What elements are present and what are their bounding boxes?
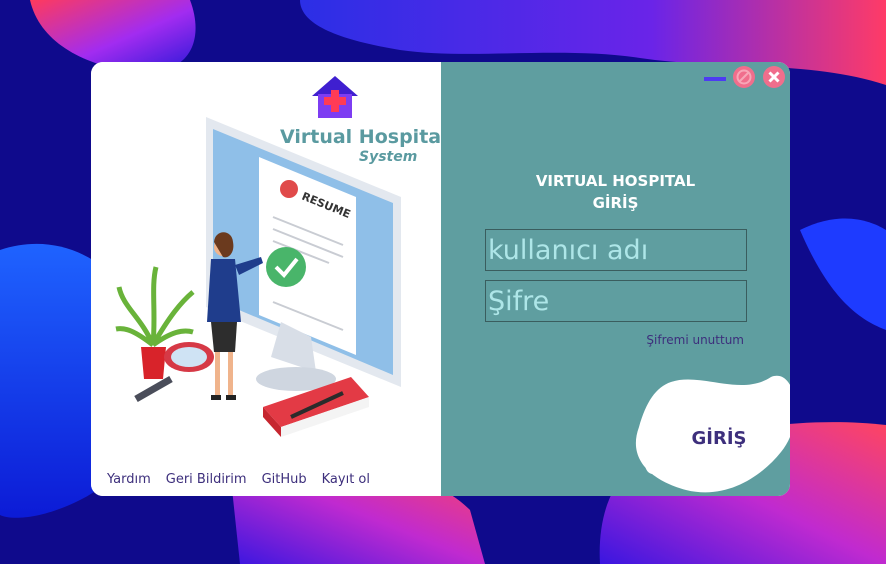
- github-link[interactable]: GitHub: [262, 472, 307, 487]
- minimize-icon[interactable]: [703, 68, 727, 86]
- login-panel: VIRTUAL HOSPITAL GİRİŞ Şifremi unuttum G…: [441, 62, 790, 496]
- forgot-password-link[interactable]: Şifremi unuttum: [646, 333, 744, 347]
- login-button[interactable]: GİRİŞ: [679, 424, 759, 454]
- help-link[interactable]: Yardım: [107, 472, 151, 487]
- feedback-link[interactable]: Geri Bildirim: [166, 472, 247, 487]
- branding-panel: Virtual Hospital System RESUME Yardım Ge…: [91, 62, 448, 496]
- login-window: Virtual Hospital System RESUME Yardım Ge…: [91, 62, 790, 496]
- hospital-logo-icon: [312, 76, 358, 118]
- hospital-illustration: RESUME: [115, 117, 401, 437]
- register-link[interactable]: Kayıt ol: [322, 472, 370, 487]
- login-heading-title: VIRTUAL HOSPITAL: [535, 172, 696, 190]
- password-input[interactable]: [485, 280, 747, 322]
- username-input[interactable]: [485, 229, 747, 271]
- login-heading-subtitle: GİRİŞ: [592, 194, 639, 212]
- block-icon[interactable]: [732, 65, 756, 89]
- footer-links: Yardım Geri Bildirim GitHub Kayıt ol: [107, 472, 370, 487]
- close-icon[interactable]: [762, 65, 786, 89]
